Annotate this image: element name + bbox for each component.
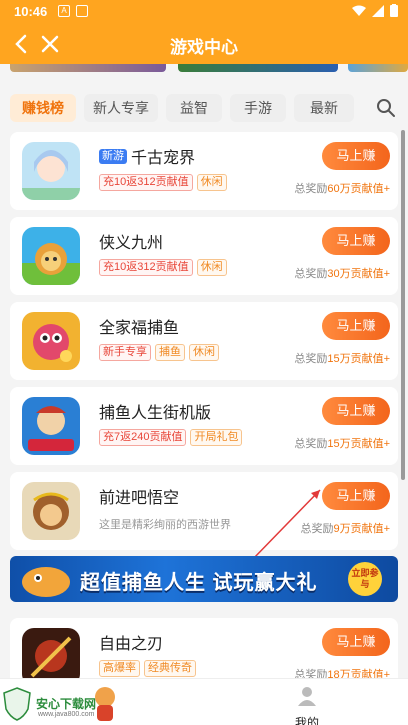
nav-mine[interactable]: 我的 (290, 685, 324, 725)
bottom-nav: 安心下载网 www.java800.com 我的 (0, 678, 408, 725)
tag: 高爆率 (99, 660, 140, 677)
user-icon (298, 687, 316, 706)
nav-mine-label: 我的 (294, 716, 319, 725)
tab-earn-rank[interactable]: 赚钱榜 (10, 94, 76, 122)
tab-latest[interactable]: 最新 (294, 94, 354, 122)
status-time: 10:46 (14, 4, 48, 19)
game-card[interactable]: 自由之刃 高爆率 经典传奇 马上赚 总奖励18万贡献值+ (10, 618, 398, 678)
game-name: 自由之刃 (99, 630, 163, 654)
banner-text: 超值捕鱼人生 试玩赢大礼 (80, 572, 318, 594)
category-tabs: 赚钱榜 新人专享 益智 手游 最新 (0, 88, 408, 128)
game-tags: 高爆率 经典传奇 (99, 660, 196, 677)
fish-character-icon (22, 567, 70, 597)
reward-label: 总奖励 (294, 669, 328, 678)
mascot-icon (95, 687, 115, 721)
brand-name: 安心下载网 (36, 697, 97, 711)
join-now-button[interactable]: 立即参与 (348, 562, 382, 596)
carousel-item[interactable] (178, 64, 338, 72)
reward-amount: 18万贡献值+ (327, 669, 390, 678)
total-reward: 总奖励18万贡献值+ (294, 666, 390, 678)
shield-logo-icon (3, 687, 31, 721)
tab-mobile-games[interactable]: 手游 (230, 94, 286, 122)
wifi-icon (352, 5, 366, 16)
game-list[interactable]: 新游 千古宠界 充10返312贡献值 休闲 马上赚 总奖励60万贡献值+ 侠义九… (0, 128, 408, 678)
tab-puzzle[interactable]: 益智 (166, 94, 222, 122)
search-icon[interactable] (376, 98, 396, 118)
notification-card-icon (76, 5, 88, 17)
blade-warrior-icon (22, 628, 80, 678)
app-bar: 游戏中心 (0, 24, 408, 64)
tag: 经典传奇 (144, 660, 196, 677)
watermark-logo: 安心下载网 www.java800.com (2, 683, 122, 725)
battery-icon (390, 4, 398, 17)
carousel-item[interactable] (10, 64, 166, 72)
game-title: 自由之刃 (99, 636, 164, 653)
tab-new-user[interactable]: 新人专享 (84, 94, 158, 122)
notification-a-icon: A (58, 5, 70, 17)
top-carousel[interactable] (0, 64, 408, 74)
carousel-item[interactable] (348, 64, 408, 72)
page-title: 游戏中心 (170, 38, 238, 57)
brand-url: www.java800.com (38, 711, 95, 718)
earn-now-button[interactable]: 马上赚 (322, 628, 390, 656)
scrollbar[interactable] (401, 130, 405, 480)
status-bar: 10:46 A (0, 0, 408, 24)
signal-icon (372, 4, 384, 17)
promo-banner[interactable]: 超值捕鱼人生 试玩赢大礼 立即参与 (10, 556, 398, 602)
